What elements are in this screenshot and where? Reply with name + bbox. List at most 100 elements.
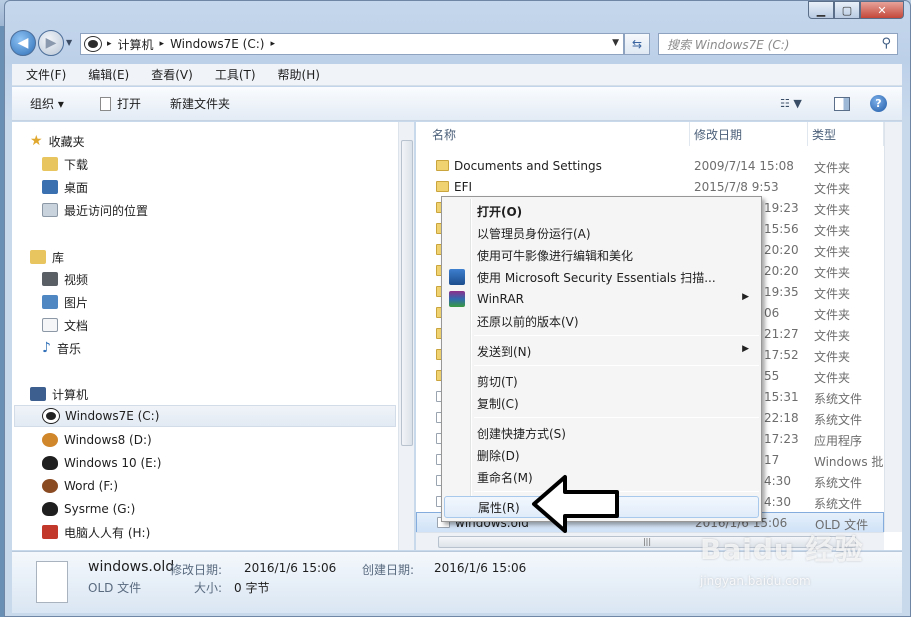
organize-label: 组织 ▾ xyxy=(30,97,64,111)
penguin-drive-icon xyxy=(42,502,58,516)
computer-icon xyxy=(30,387,46,401)
nav-drive-d[interactable]: Windows8 (D:) xyxy=(42,429,152,451)
nav-desktop[interactable]: 桌面 xyxy=(42,176,88,198)
nav-drive-h[interactable]: 电脑人人有 (H:) xyxy=(42,521,150,543)
nav-music[interactable]: ♪ 音乐 xyxy=(42,337,81,359)
close-button[interactable]: ✕ xyxy=(860,1,904,19)
breadcrumb-separator: ▸ xyxy=(270,39,275,49)
maximize-button[interactable]: ▢ xyxy=(834,1,860,19)
file-type: 系统文件 xyxy=(814,413,863,427)
menu-item-cut[interactable]: 剪切(T) xyxy=(444,370,759,392)
file-row[interactable]: Documents and Settings 2009/7/14 15:08 文件夹 xyxy=(416,156,884,177)
file-date: 19:35 xyxy=(764,285,799,299)
new-folder-label: 新建文件夹 xyxy=(170,97,231,111)
details-created-label: 创建日期: xyxy=(362,563,415,577)
preview-pane-button[interactable] xyxy=(834,96,850,111)
minimize-button[interactable]: ▁ xyxy=(808,1,834,19)
file-date: 06 xyxy=(764,306,780,320)
open-button[interactable]: 打开 xyxy=(100,95,141,112)
search-input[interactable]: 搜索 Windows7E (C:) ⚲ xyxy=(658,33,898,55)
menu-item-send-to[interactable]: 发送到(N) ▶ xyxy=(444,340,759,362)
command-bar: 组织 ▾ 打开 新建文件夹 ☷ ▼ ? xyxy=(12,87,902,121)
nav-videos[interactable]: 视频 xyxy=(42,268,88,290)
music-icon: ♪ xyxy=(42,340,51,356)
file-date: 21:27 xyxy=(764,327,799,341)
nav-downloads[interactable]: 下载 xyxy=(42,153,88,175)
organize-button[interactable]: 组织 ▾ xyxy=(30,95,64,112)
search-icon[interactable]: ⚲ xyxy=(881,36,891,51)
file-date: 17 xyxy=(764,453,780,467)
file-date: 55 xyxy=(764,369,780,383)
menu-item-copy[interactable]: 复制(C) xyxy=(444,392,759,414)
menu-item-keniu-edit[interactable]: 使用可牛影像进行编辑和美化 xyxy=(444,244,759,266)
menu-item-restore-versions[interactable]: 还原以前的版本(V) xyxy=(444,310,759,332)
nav-drive-e[interactable]: Windows 10 (E:) xyxy=(42,452,161,474)
recent-pages-dropdown[interactable]: ▼ xyxy=(66,38,72,47)
file-list-scrollbar[interactable] xyxy=(884,122,902,532)
nav-label: 桌面 xyxy=(64,180,89,195)
help-button[interactable]: ? xyxy=(870,95,887,112)
details-modified-label: 修改日期: xyxy=(170,563,223,577)
nav-label: 库 xyxy=(52,250,65,265)
nav-pane-scroll-thumb[interactable] xyxy=(401,140,413,446)
nav-favorites[interactable]: ★ 收藏夹 xyxy=(30,130,85,152)
security-essentials-icon xyxy=(449,269,465,285)
menu-help[interactable]: 帮助(H) xyxy=(264,66,328,83)
details-size-value: 0 字节 xyxy=(234,581,270,595)
back-button[interactable]: ◀ xyxy=(10,30,36,56)
menu-file[interactable]: 文件(F) xyxy=(12,66,74,83)
menu-item-label: 属性(R) xyxy=(478,500,520,515)
nav-drive-g[interactable]: Sysrme (G:) xyxy=(42,498,135,520)
address-bar[interactable]: ▸ 计算机 ▸ Windows7E (C:) ▸ ▼ xyxy=(80,33,624,55)
menu-item-open[interactable]: 打开(O) xyxy=(444,200,759,222)
menu-view[interactable]: 查看(V) xyxy=(137,66,201,83)
file-type: 文件夹 xyxy=(814,224,851,238)
menu-edit[interactable]: 编辑(E) xyxy=(74,66,137,83)
file-date: 2015/7/8 9:53 xyxy=(694,180,779,194)
menu-item-label: 还原以前的版本(V) xyxy=(477,314,579,329)
nav-drive-f[interactable]: Word (F:) xyxy=(42,475,118,497)
column-header-type[interactable]: 类型 xyxy=(808,122,884,146)
column-header-name[interactable]: 名称 xyxy=(428,122,690,146)
menu-tools[interactable]: 工具(T) xyxy=(201,66,264,83)
nav-label: 下载 xyxy=(64,157,89,172)
menu-item-winrar[interactable]: WinRAR ▶ xyxy=(444,288,759,310)
new-folder-button[interactable]: 新建文件夹 xyxy=(170,95,230,112)
address-dropdown-button[interactable]: ▼ xyxy=(612,38,619,48)
nav-computer[interactable]: 计算机 xyxy=(30,383,88,405)
nav-label: 计算机 xyxy=(52,387,89,402)
menu-item-mse-scan[interactable]: 使用 Microsoft Security Essentials 扫描... xyxy=(444,266,759,288)
nav-drive-c[interactable]: Windows7E (C:) xyxy=(14,405,396,427)
baidu-watermark-logo: Baidu 经验 xyxy=(700,533,864,566)
file-type: 文件夹 xyxy=(814,350,851,364)
desktop-icon xyxy=(42,180,58,194)
nav-documents[interactable]: 文档 xyxy=(42,314,88,336)
breadcrumb-drive[interactable]: Windows7E (C:) xyxy=(170,37,264,51)
star-icon: ★ xyxy=(30,133,43,149)
nav-label: 文档 xyxy=(64,318,89,333)
change-view-button[interactable]: ☷ ▼ xyxy=(780,97,802,110)
pictures-icon xyxy=(42,295,58,309)
refresh-button[interactable]: ⇆ xyxy=(624,33,650,55)
menu-item-create-shortcut[interactable]: 创建快捷方式(S) xyxy=(444,422,759,444)
nav-recent-places[interactable]: 最近访问的位置 xyxy=(42,199,148,221)
menu-item-run-as-admin[interactable]: 以管理员身份运行(A) xyxy=(444,222,759,244)
menu-item-label: 创建快捷方式(S) xyxy=(477,426,566,441)
file-type: 系统文件 xyxy=(814,476,863,490)
nav-libraries[interactable]: 库 xyxy=(30,246,64,268)
file-row[interactable]: EFI 2015/7/8 9:53 文件夹 xyxy=(416,177,884,198)
nav-pictures[interactable]: 图片 xyxy=(42,291,88,313)
baidu-watermark-url: jingyan.baidu.com xyxy=(700,574,811,588)
file-name: Documents and Settings xyxy=(454,159,602,173)
details-size-label: 大小: xyxy=(194,581,223,595)
menu-separator xyxy=(474,365,759,366)
column-type-label: 类型 xyxy=(812,127,837,142)
file-type: 文件夹 xyxy=(814,182,851,196)
nav-label: 电脑人人有 (H:) xyxy=(64,525,151,540)
forward-button[interactable]: ▶ xyxy=(38,30,64,56)
file-date: 2009/7/14 15:08 xyxy=(694,159,794,173)
breadcrumb-computer[interactable]: 计算机 xyxy=(118,36,154,53)
nav-pane-scrollbar[interactable] xyxy=(398,122,414,550)
menu-item-delete[interactable]: 删除(D) xyxy=(444,444,759,466)
column-header-date[interactable]: 修改日期 xyxy=(690,122,808,146)
